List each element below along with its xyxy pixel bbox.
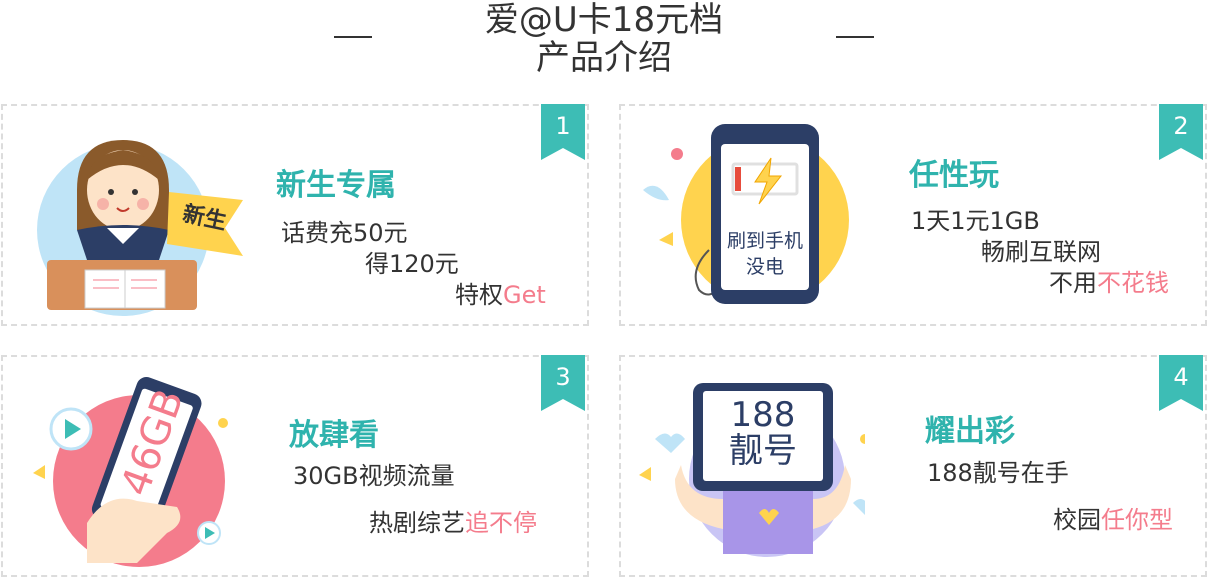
card-line-3: 特权Get — [455, 281, 546, 309]
highlight-text: Get — [503, 281, 546, 309]
feature-card-number: 4 188 靓号 耀出彩 188靓号在手 校园任你型 — [619, 355, 1207, 577]
highlight-text: 追不停 — [465, 509, 537, 537]
feature-card-freshman: 1 新生 新生专属 话费充50元 得120元 特权Get — [1, 104, 589, 326]
card-line-2: 校园任你型 — [1053, 506, 1173, 534]
card-line-2: 得120元 — [365, 250, 459, 278]
page-header: 爱@U卡18元档 产品介绍 — [0, 0, 1208, 90]
page-subtitle: 产品介绍 — [536, 38, 672, 78]
phone-screen-text-1: 刷到手机 — [726, 230, 803, 252]
page-title: 爱@U卡18元档 — [484, 0, 724, 40]
card-line-2: 畅刷互联网 — [981, 238, 1101, 266]
feature-card-video: 3 46GB 放肆看 30GB视频流量 热剧综艺追不停 — [1, 355, 589, 577]
card-line-1: 话费充50元 — [281, 219, 408, 247]
card-number-badge: 3 — [541, 355, 585, 411]
card-heading: 耀出彩 — [925, 414, 1015, 449]
card-heading: 任性玩 — [909, 158, 999, 193]
title-dash-right — [836, 36, 874, 38]
card-line-1: 188靓号在手 — [927, 459, 1069, 487]
card-line-1: 30GB视频流量 — [293, 462, 455, 490]
card-line-2: 热剧综艺追不停 — [369, 509, 537, 537]
highlight-text: 不花钱 — [1097, 269, 1169, 297]
card-heading: 放肆看 — [289, 418, 379, 453]
tablet-screen-line-2: 靓号 — [729, 431, 797, 471]
card-number-badge: 4 — [1159, 355, 1203, 411]
card-line-1: 1天1元1GB — [911, 207, 1040, 235]
feature-card-unlimited: 2 刷到手机 没电 任性玩 1天1元1GB 畅刷互联网 不用不花钱 — [619, 104, 1207, 326]
highlight-text: 任你型 — [1101, 506, 1173, 534]
card-number-badge: 1 — [541, 104, 585, 160]
student-illustration: 新生 — [37, 120, 257, 324]
card-line-3: 不用不花钱 — [1049, 269, 1169, 297]
phone-screen-text-2: 没电 — [745, 256, 784, 278]
phone-data-illustration: 46GB — [27, 373, 247, 577]
card-number-badge: 2 — [1159, 104, 1203, 160]
phone-battery-illustration: 刷到手机 没电 — [639, 120, 859, 314]
tablet-screen-line-1: 188 — [730, 395, 796, 435]
tablet-number-illustration: 188 靓号 — [635, 379, 881, 563]
card-heading: 新生专属 — [276, 168, 396, 203]
